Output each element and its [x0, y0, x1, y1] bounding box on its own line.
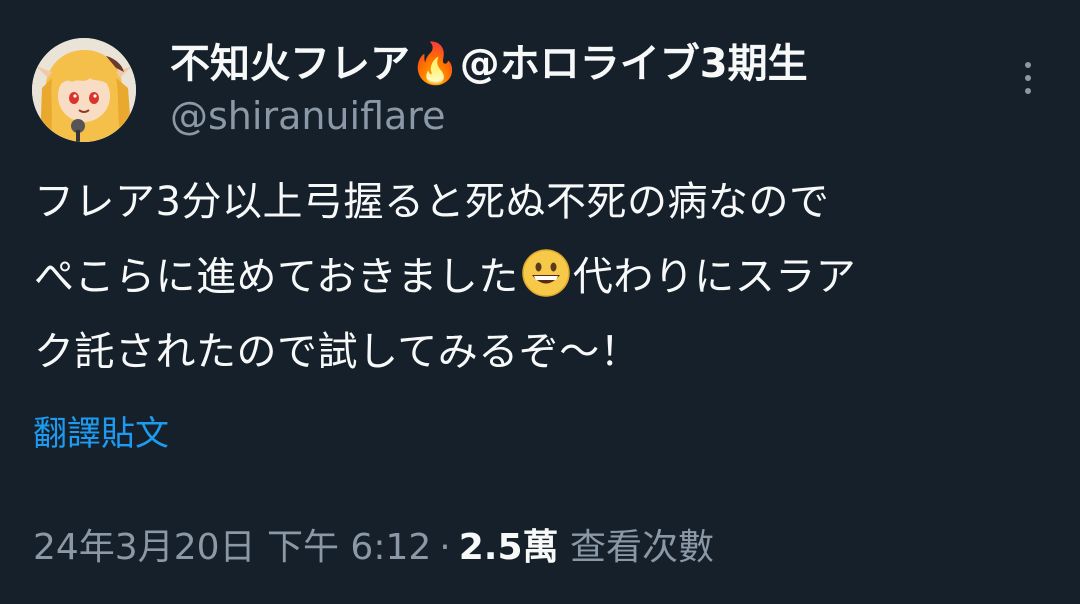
display-name[interactable]: 不知火フレア🔥@ホロライブ3期生: [170, 38, 808, 90]
views-label: 查看次數: [569, 527, 714, 568]
more-vertical-icon: [1025, 62, 1031, 68]
tweet-text: フレア3分以上弓握ると死ぬ不死の病なので ぺこらに進めておきました 代わりにスラ…: [34, 165, 1054, 390]
tweet: 不知火フレア🔥@ホロライブ3期生 @shiranuiflare フレア3分以上弓…: [0, 0, 1080, 604]
meta-separator: ·: [439, 527, 451, 568]
timestamp[interactable]: 24年3月20日 下午 6:12: [33, 527, 431, 568]
user-handle[interactable]: @shiranuiflare: [170, 92, 445, 140]
avatar-image: [32, 38, 136, 142]
translate-post-link[interactable]: 翻譯貼文: [33, 410, 169, 458]
more-vertical-icon-dot: [1025, 75, 1031, 81]
views-count[interactable]: 2.5萬: [459, 527, 559, 568]
more-options-button[interactable]: [1010, 56, 1046, 100]
avatar[interactable]: [32, 38, 136, 142]
more-vertical-icon-dot: [1025, 88, 1031, 94]
grinning-face-emoji-icon: [522, 249, 570, 297]
tweet-meta: 24年3月20日 下午 6:12 · 2.5萬 查看次數: [33, 522, 714, 574]
